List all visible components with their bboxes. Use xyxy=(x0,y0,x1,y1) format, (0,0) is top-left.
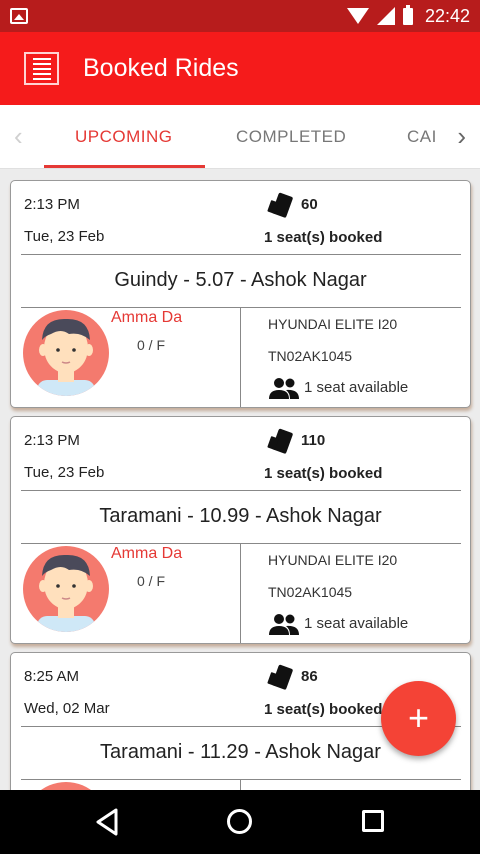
app-bar: Booked Rides xyxy=(0,32,480,105)
signal-icon xyxy=(376,7,395,25)
people-icon xyxy=(269,614,299,635)
avatar xyxy=(23,782,109,790)
seats-booked: 1 seat(s) booked xyxy=(264,465,383,482)
status-bar: 22:42 xyxy=(0,0,480,32)
seats-booked: 1 seat(s) booked xyxy=(264,229,383,246)
status-time: 22:42 xyxy=(424,5,470,26)
divider xyxy=(21,254,461,255)
divider xyxy=(21,543,461,544)
page-title: Booked Rides xyxy=(83,54,239,82)
ticket-icon xyxy=(267,428,293,454)
tab-cancelled[interactable]: CAI xyxy=(407,127,435,147)
ride-time: 8:25 AM xyxy=(24,668,80,685)
home-icon[interactable] xyxy=(227,809,252,834)
divider-vertical xyxy=(240,544,241,643)
menu-icon[interactable] xyxy=(24,52,59,85)
recent-apps-icon[interactable] xyxy=(362,810,384,832)
ride-date: Tue, 23 Feb xyxy=(24,228,105,245)
navigation-bar xyxy=(0,790,480,854)
add-ride-button[interactable]: + xyxy=(381,681,456,756)
people-icon xyxy=(269,378,299,399)
tab-upcoming[interactable]: UPCOMING xyxy=(75,127,173,147)
avatar xyxy=(23,546,109,632)
ticket-icon xyxy=(267,192,293,218)
divider-vertical xyxy=(240,308,241,407)
seats-booked: 1 seat(s) booked xyxy=(264,701,383,718)
divider-vertical xyxy=(240,780,241,790)
ride-time: 2:13 PM xyxy=(24,196,80,213)
divider xyxy=(21,490,461,491)
car-plate: TN02AK1045 xyxy=(268,348,353,364)
image-notification-icon xyxy=(10,8,28,24)
back-icon[interactable] xyxy=(94,808,120,836)
seats-count: 86 xyxy=(301,668,318,685)
ride-date: Tue, 23 Feb xyxy=(24,464,105,481)
chevron-left-icon[interactable]: ‹ xyxy=(14,121,23,152)
seat-available: 1 seat available xyxy=(304,379,409,396)
seats-count: 60 xyxy=(301,196,318,213)
ride-date: Wed, 02 Mar xyxy=(24,700,110,717)
driver-name: Amma Da xyxy=(111,545,183,562)
ride-card[interactable]: 2:13 PM Tue, 23 Feb 60 1 seat(s) booked … xyxy=(10,180,471,408)
ticket-icon xyxy=(267,664,293,690)
seats-count: 110 xyxy=(301,432,326,449)
driver-name: Amma Da xyxy=(111,309,183,326)
wifi-icon xyxy=(346,8,369,24)
driver-rating: 0 / F xyxy=(137,573,166,589)
battery-icon xyxy=(402,4,413,25)
ride-route: Guindy - 5.07 - Ashok Nagar xyxy=(114,269,367,291)
seat-available: 1 seat available xyxy=(304,615,409,632)
divider xyxy=(21,779,461,780)
ride-card[interactable]: 2:13 PM Tue, 23 Feb 110 1 seat(s) booked… xyxy=(10,416,471,644)
avatar xyxy=(23,310,109,396)
ride-time: 2:13 PM xyxy=(24,432,80,449)
car-model: HYUNDAI ELITE I20 xyxy=(268,552,398,568)
tab-completed[interactable]: COMPLETED xyxy=(236,127,346,147)
chevron-right-icon[interactable]: › xyxy=(457,121,466,152)
ride-route: Taramani - 10.99 - Ashok Nagar xyxy=(99,505,382,527)
tab-bar: ‹ UPCOMING COMPLETED CAI › xyxy=(0,105,480,169)
tab-indicator xyxy=(44,165,205,168)
car-plate: TN02AK1045 xyxy=(268,584,353,600)
car-model: HYUNDAI ELITE I20 xyxy=(268,316,398,332)
divider xyxy=(21,307,461,308)
driver-rating: 0 / F xyxy=(137,337,166,353)
